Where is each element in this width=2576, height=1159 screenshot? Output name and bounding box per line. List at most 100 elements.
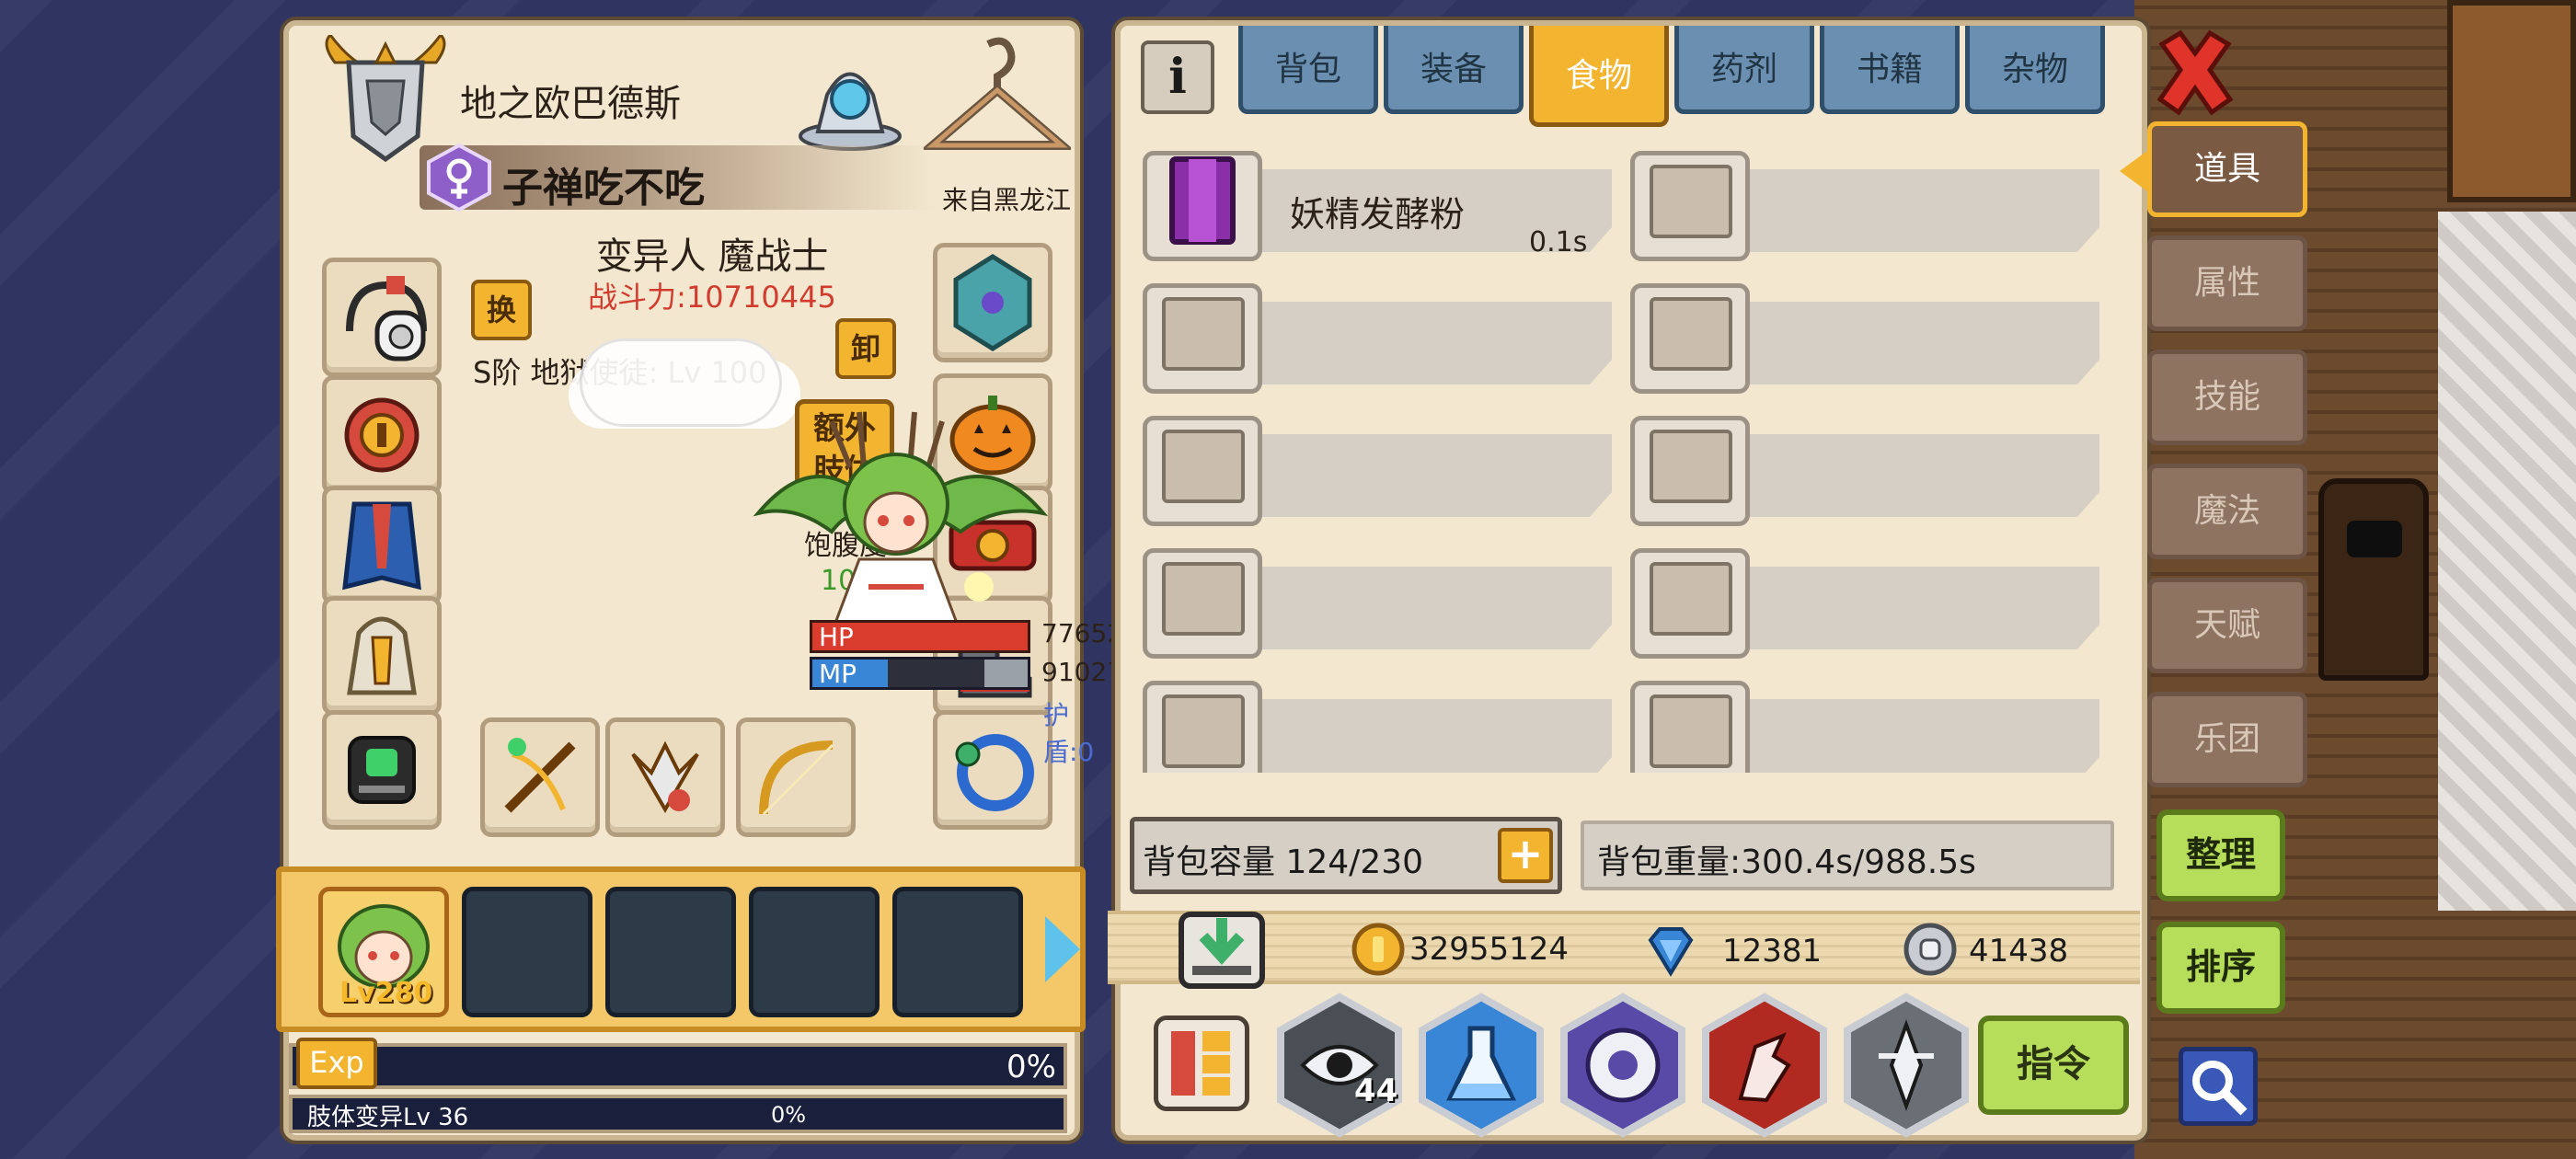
side-tab-items[interactable]: 道具 <box>2147 121 2307 217</box>
tab-misc[interactable]: 杂物 <box>1965 26 2105 114</box>
expand-capacity-button[interactable]: + <box>1498 828 1553 883</box>
tab-food[interactable]: 食物 <box>1529 26 1669 127</box>
claw-skill-icon[interactable] <box>1700 992 1829 1139</box>
equip-slot-cape[interactable] <box>322 486 442 605</box>
equip-slot-crossbow[interactable] <box>480 717 600 837</box>
inventory-slot-empty[interactable] <box>1143 681 1621 773</box>
diamond-amount: 12381 <box>1722 933 1823 970</box>
shelf-decor <box>2447 0 2576 202</box>
equip-slot-crest[interactable] <box>933 243 1052 362</box>
inventory-slot-empty[interactable] <box>1143 548 1621 659</box>
search-icon <box>2192 1061 2248 1116</box>
crest-icon <box>953 254 1032 351</box>
cape-icon <box>342 501 421 591</box>
item-frame-inner <box>1650 694 1732 768</box>
diamond-icon <box>1648 927 1694 977</box>
carpet-decor <box>2438 212 2576 911</box>
tab-potions[interactable]: 药剂 <box>1674 26 1814 114</box>
equip-slot-eye-amulet[interactable] <box>322 375 442 495</box>
fairy-yeast-icon <box>1169 156 1236 245</box>
side-tab-indicator-icon <box>2120 151 2147 191</box>
search-button[interactable] <box>2179 1047 2258 1126</box>
limb-mutation-percent: 0% <box>771 1102 807 1128</box>
equip-slot-ring[interactable] <box>933 710 1052 830</box>
item-frame <box>1143 681 1262 773</box>
mp-remainder <box>984 660 1028 687</box>
armor-icon <box>347 616 417 695</box>
equip-slot-device[interactable] <box>322 710 442 830</box>
eye-icon[interactable] <box>1275 992 1404 1139</box>
party-slot-empty[interactable] <box>749 887 880 1017</box>
side-tab-talent[interactable]: 天赋 <box>2147 578 2307 673</box>
item-weight: 0.1s <box>1529 226 1588 258</box>
equip-slot-armor[interactable] <box>322 596 442 716</box>
statue-decor <box>2318 478 2429 681</box>
party-slot-active[interactable]: Lv280 <box>318 887 449 1017</box>
item-bar <box>1731 699 2099 773</box>
exp-percent: 0% <box>1006 1049 1056 1085</box>
flask-icon[interactable] <box>1417 992 1546 1139</box>
party-next-arrow-icon[interactable] <box>1045 916 1080 982</box>
item-frame-inner <box>1162 297 1245 371</box>
crossbow-icon <box>504 738 576 813</box>
equip-slot-headphones[interactable] <box>322 258 442 377</box>
item-bar <box>1731 169 2099 252</box>
inventory-slot-empty[interactable] <box>1630 416 2109 526</box>
side-tab-band[interactable]: 乐团 <box>2147 692 2307 787</box>
rank-name: 地之欧巴德斯 <box>460 83 681 125</box>
silver-coin-icon <box>1903 923 1957 976</box>
inventory-slot-empty[interactable] <box>1630 681 2109 773</box>
inventory-slot-empty[interactable] <box>1630 151 2109 261</box>
item-frame-inner <box>1162 430 1245 503</box>
command-button[interactable]: 指令 <box>1978 1016 2129 1115</box>
gold-amount: 32955124 <box>1409 931 1570 968</box>
download-icon[interactable] <box>1176 905 1268 992</box>
item-frame-inner <box>1162 694 1245 768</box>
numbered-list-button[interactable] <box>1154 1016 1249 1111</box>
orb-icon[interactable] <box>795 44 905 155</box>
item-frame-inner <box>1650 297 1732 371</box>
inventory-item[interactable]: 妖精发酵粉 0.1s <box>1143 151 1621 261</box>
party-slot-empty[interactable] <box>605 887 736 1017</box>
player-origin: 来自黑龙江 <box>942 185 1072 215</box>
player-name: 子禅吃不吃 <box>502 165 705 212</box>
tab-bag[interactable]: 背包 <box>1238 26 1378 114</box>
inventory-slot-empty[interactable] <box>1143 416 1621 526</box>
equip-slot-claw[interactable] <box>605 717 725 837</box>
party-slot-empty[interactable] <box>892 887 1023 1017</box>
item-bar <box>1244 567 1612 649</box>
info-button[interactable]: i <box>1141 40 1214 114</box>
item-bar <box>1244 302 1612 384</box>
side-tab-magic[interactable]: 魔法 <box>2147 464 2307 559</box>
bag-capacity: 背包容量 124/230 <box>1143 843 1423 881</box>
organize-button[interactable]: 整理 <box>2156 809 2285 901</box>
party-slot-empty[interactable] <box>462 887 592 1017</box>
item-bar <box>1731 302 2099 384</box>
side-tab-skills[interactable]: 技能 <box>2147 350 2307 445</box>
claw-icon <box>631 740 699 813</box>
inventory-slot-empty[interactable] <box>1143 283 1621 394</box>
limb-mutation-label: 肢体变异Lv 36 <box>307 1104 469 1131</box>
character-panel: 地之欧巴德斯 子禅吃不吃 来自黑龙江 变异人 魔战士 战斗力:10710445 … <box>276 20 1214 1141</box>
party-strip: Lv280 <box>276 866 1086 1032</box>
tab-books[interactable]: 书籍 <box>1820 26 1960 114</box>
item-frame-inner <box>1650 562 1732 636</box>
crest-skill-icon[interactable] <box>1842 992 1971 1139</box>
inventory-slot-empty[interactable] <box>1630 548 2109 659</box>
sort-button[interactable]: 排序 <box>2156 922 2285 1014</box>
swap-button[interactable]: 换 <box>471 280 532 340</box>
close-icon[interactable] <box>2149 26 2241 118</box>
hanger-icon[interactable] <box>924 35 1071 164</box>
unequip-button[interactable]: 卸 <box>835 318 896 379</box>
item-name: 妖精发酵粉 <box>1290 194 1466 235</box>
inventory-slot-empty[interactable] <box>1630 283 2109 394</box>
side-tab-attributes[interactable]: 属性 <box>2147 235 2307 331</box>
numbered-list-icon <box>1171 1031 1230 1096</box>
party-level: Lv280 <box>339 977 433 1009</box>
item-frame <box>1630 681 1750 773</box>
bag-weight: 背包重量:300.4s/988.5s <box>1597 843 1976 881</box>
headphones-icon <box>346 276 427 361</box>
tab-equipment[interactable]: 装备 <box>1384 26 1524 114</box>
magic-rune-icon[interactable] <box>1558 992 1687 1139</box>
equip-slot-bow[interactable] <box>736 717 856 837</box>
